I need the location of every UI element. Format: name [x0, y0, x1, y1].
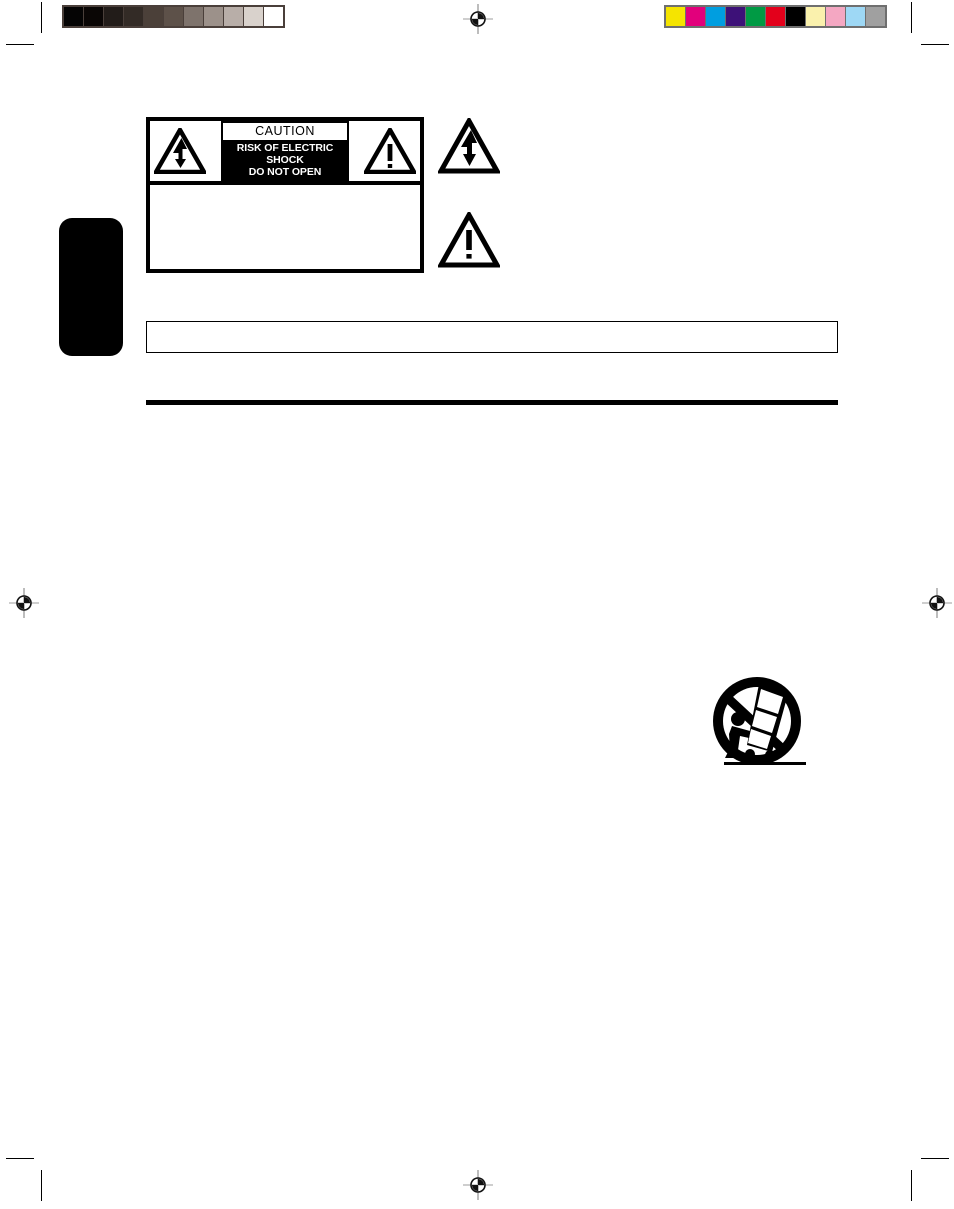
color-swatch [846, 7, 865, 26]
exclamation-triangle-icon [438, 212, 500, 268]
gray-swatch [144, 7, 163, 26]
color-swatch [806, 7, 825, 26]
gray-swatch [84, 7, 103, 26]
color-swatch [666, 7, 685, 26]
crop-mark-bottom-left-vertical [41, 1170, 42, 1201]
caution-panel-explanation [150, 185, 420, 269]
crop-mark-top-left-horizontal [6, 44, 34, 45]
crop-mark-bottom-right-horizontal [921, 1158, 949, 1159]
color-swatch [686, 7, 705, 26]
color-swatch [746, 7, 765, 26]
lightning-bolt-triangle-icon [438, 118, 500, 174]
gray-swatch [64, 7, 83, 26]
exclamation-triangle-icon [364, 128, 416, 174]
gray-swatch [244, 7, 263, 26]
registration-mark-left-middle [9, 588, 39, 618]
color-swatch [786, 7, 805, 26]
notice-box-text [147, 322, 837, 334]
caution-title: CAUTION [223, 123, 347, 140]
crop-mark-top-left-vertical [41, 2, 42, 33]
gray-swatch [224, 7, 243, 26]
color-calibration-strip [664, 5, 887, 28]
caution-explanation-text [150, 185, 420, 197]
portable-cart-warning-icon [710, 676, 810, 771]
notice-box [146, 321, 838, 353]
gray-swatch [264, 7, 283, 26]
color-swatch [766, 7, 785, 26]
caution-line-2: DO NOT OPEN [248, 166, 322, 178]
registration-mark-bottom-center [463, 1170, 493, 1200]
gray-swatch [204, 7, 223, 26]
gray-swatch [124, 7, 143, 26]
color-swatch [706, 7, 725, 26]
color-swatch [866, 7, 885, 26]
caution-panel: CAUTION RISK OF ELECTRIC SHOCK DO NOT OP… [146, 117, 424, 273]
lightning-bolt-triangle-icon [154, 128, 206, 174]
registration-mark-top-center [463, 4, 493, 34]
gray-swatch [184, 7, 203, 26]
caution-text-block: CAUTION RISK OF ELECTRIC SHOCK DO NOT OP… [221, 121, 349, 181]
color-swatch [726, 7, 745, 26]
caution-panel-top-row: CAUTION RISK OF ELECTRIC SHOCK DO NOT OP… [150, 121, 420, 185]
crop-mark-top-right-vertical [911, 2, 912, 33]
color-swatch [826, 7, 845, 26]
crop-mark-bottom-right-vertical [911, 1170, 912, 1201]
caution-line-1: RISK OF ELECTRIC SHOCK [236, 142, 334, 166]
gray-swatch [104, 7, 123, 26]
section-divider-rule [146, 400, 838, 405]
crop-mark-top-right-horizontal [921, 44, 949, 45]
crop-mark-bottom-left-horizontal [6, 1158, 34, 1159]
scanned-page: CAUTION RISK OF ELECTRIC SHOCK DO NOT OP… [0, 0, 954, 1209]
gray-swatch [164, 7, 183, 26]
grayscale-calibration-strip [62, 5, 285, 28]
registration-mark-right-middle [922, 588, 952, 618]
section-index-tab [59, 218, 123, 356]
